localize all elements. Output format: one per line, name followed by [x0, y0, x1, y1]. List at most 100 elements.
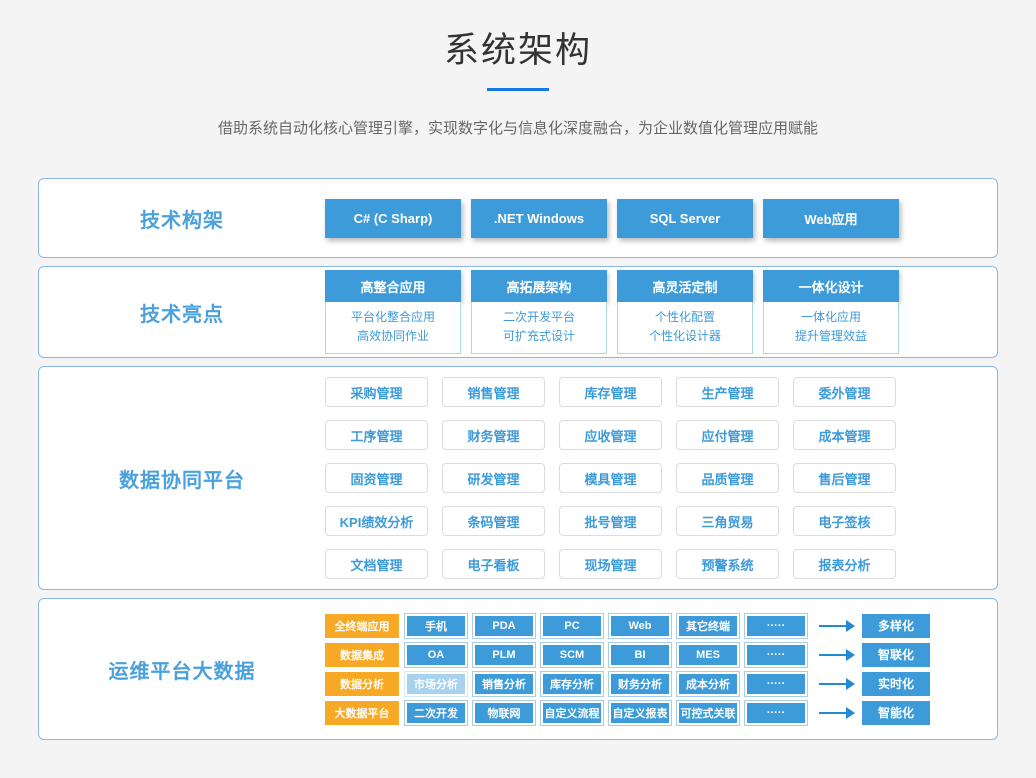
- bigdata-chip-ellipsis[interactable]: ·····: [745, 614, 807, 638]
- highlight-card-line: 个性化配置: [620, 308, 750, 327]
- highlight-card-title: 高灵活定制: [617, 270, 753, 302]
- tech-button-dotnet[interactable]: .NET Windows: [471, 199, 607, 238]
- module-button[interactable]: 应收管理: [559, 420, 662, 450]
- highlights-panel: 技术亮点 高整合应用 平台化整合应用 高效协同作业 高拓展架构 二次开发平台 可…: [38, 266, 998, 358]
- bigdata-chip[interactable]: BI: [609, 643, 671, 667]
- module-button[interactable]: 电子签核: [793, 506, 896, 536]
- bigdata-result[interactable]: 多样化: [862, 614, 930, 638]
- bigdata-category: 大数据平台: [325, 701, 399, 725]
- bigdata-chip[interactable]: 自定义流程: [541, 701, 603, 725]
- bigdata-chip[interactable]: PC: [541, 614, 603, 638]
- highlight-card-line: 平台化整合应用: [328, 308, 458, 327]
- bigdata-chip[interactable]: 市场分析: [405, 672, 467, 696]
- highlight-card-line: 一体化应用: [766, 308, 896, 327]
- bigdata-label: 运维平台大数据: [109, 661, 256, 683]
- module-button[interactable]: 文档管理: [325, 549, 428, 579]
- bigdata-chip[interactable]: 自定义报表: [609, 701, 671, 725]
- tech-stack-label: 技术构架: [140, 210, 224, 232]
- module-button[interactable]: 报表分析: [793, 549, 896, 579]
- module-button[interactable]: 品质管理: [676, 463, 779, 493]
- bigdata-chip[interactable]: 库存分析: [541, 672, 603, 696]
- right-arrow-icon: [819, 649, 855, 661]
- right-arrow-icon: [819, 678, 855, 690]
- bigdata-chip[interactable]: 可控式关联: [677, 701, 739, 725]
- bigdata-row-integration: 数据集成 OA PLM SCM BI MES ····· 智联化: [325, 643, 930, 667]
- right-arrow-icon: [819, 620, 855, 632]
- module-button[interactable]: 成本管理: [793, 420, 896, 450]
- module-button[interactable]: 售后管理: [793, 463, 896, 493]
- bigdata-chip[interactable]: OA: [405, 643, 467, 667]
- module-button[interactable]: 采购管理: [325, 377, 428, 407]
- bigdata-chip[interactable]: SCM: [541, 643, 603, 667]
- tech-stack-buttons: C# (C Sharp) .NET Windows SQL Server Web…: [325, 199, 899, 238]
- bigdata-chip[interactable]: 销售分析: [473, 672, 535, 696]
- highlight-card: 高整合应用 平台化整合应用 高效协同作业: [325, 270, 461, 354]
- bigdata-category: 数据集成: [325, 643, 399, 667]
- platform-panel: 数据协同平台 采购管理 销售管理 库存管理 生产管理 委外管理 工序管理 财务管…: [38, 366, 998, 590]
- bigdata-chip[interactable]: 物联网: [473, 701, 535, 725]
- page: 系统架构 借助系统自动化核心管理引擎，实现数字化与信息化深度融合，为企业数值化管…: [0, 0, 1036, 778]
- module-button[interactable]: 生产管理: [676, 377, 779, 407]
- bigdata-result[interactable]: 智能化: [862, 701, 930, 725]
- highlight-card-line: 二次开发平台: [474, 308, 604, 327]
- module-button[interactable]: 应付管理: [676, 420, 779, 450]
- bigdata-chip-ellipsis[interactable]: ·····: [745, 643, 807, 667]
- bigdata-chip[interactable]: Web: [609, 614, 671, 638]
- module-button[interactable]: 委外管理: [793, 377, 896, 407]
- module-button[interactable]: 批号管理: [559, 506, 662, 536]
- bigdata-chip[interactable]: MES: [677, 643, 739, 667]
- panels-container: 技术构架 C# (C Sharp) .NET Windows SQL Serve…: [38, 178, 998, 740]
- bigdata-category: 全终端应用: [325, 614, 399, 638]
- bigdata-row-analysis: 数据分析 市场分析 销售分析 库存分析 财务分析 成本分析 ····· 实时化: [325, 672, 930, 696]
- platform-label-col: 数据协同平台: [39, 464, 325, 493]
- module-button[interactable]: 销售管理: [442, 377, 545, 407]
- bigdata-chip[interactable]: 其它终端: [677, 614, 739, 638]
- tech-stack-panel: 技术构架 C# (C Sharp) .NET Windows SQL Serve…: [38, 178, 998, 258]
- bigdata-chip[interactable]: PDA: [473, 614, 535, 638]
- module-button[interactable]: 现场管理: [559, 549, 662, 579]
- module-button[interactable]: KPI绩效分析: [325, 506, 428, 536]
- title-underline: [487, 88, 549, 91]
- module-button[interactable]: 预警系统: [676, 549, 779, 579]
- highlights-label-col: 技术亮点: [39, 298, 325, 327]
- module-button[interactable]: 电子看板: [442, 549, 545, 579]
- highlight-card-line: 高效协同作业: [328, 327, 458, 346]
- tech-button-csharp[interactable]: C# (C Sharp): [325, 199, 461, 238]
- platform-label: 数据协同平台: [119, 470, 245, 492]
- page-title: 系统架构: [0, 22, 1036, 73]
- bigdata-chip[interactable]: PLM: [473, 643, 535, 667]
- highlight-cards: 高整合应用 平台化整合应用 高效协同作业 高拓展架构 二次开发平台 可扩充式设计…: [325, 270, 899, 354]
- tech-button-webapp[interactable]: Web应用: [763, 199, 899, 238]
- bigdata-label-col: 运维平台大数据: [39, 655, 325, 684]
- bigdata-chip[interactable]: 财务分析: [609, 672, 671, 696]
- bigdata-chip[interactable]: 手机: [405, 614, 467, 638]
- highlight-card: 一体化设计 一体化应用 提升管理效益: [763, 270, 899, 354]
- bigdata-result[interactable]: 智联化: [862, 643, 930, 667]
- page-subtitle: 借助系统自动化核心管理引擎，实现数字化与信息化深度融合，为企业数值化管理应用赋能: [0, 117, 1036, 138]
- module-button[interactable]: 固资管理: [325, 463, 428, 493]
- module-button[interactable]: 财务管理: [442, 420, 545, 450]
- module-button[interactable]: 工序管理: [325, 420, 428, 450]
- bigdata-result[interactable]: 实时化: [862, 672, 930, 696]
- highlights-label: 技术亮点: [140, 304, 224, 326]
- bigdata-chip[interactable]: 二次开发: [405, 701, 467, 725]
- bigdata-panel: 运维平台大数据 全终端应用 手机 PDA PC Web 其它终端 ····· 多…: [38, 598, 998, 740]
- module-button[interactable]: 三角贸易: [676, 506, 779, 536]
- tech-button-sqlserver[interactable]: SQL Server: [617, 199, 753, 238]
- bigdata-chip-ellipsis[interactable]: ·····: [745, 701, 807, 725]
- module-button[interactable]: 条码管理: [442, 506, 545, 536]
- bigdata-row-terminals: 全终端应用 手机 PDA PC Web 其它终端 ····· 多样化: [325, 614, 930, 638]
- bigdata-chip[interactable]: 成本分析: [677, 672, 739, 696]
- highlight-card: 高灵活定制 个性化配置 个性化设计器: [617, 270, 753, 354]
- highlight-card: 高拓展架构 二次开发平台 可扩充式设计: [471, 270, 607, 354]
- module-button[interactable]: 研发管理: [442, 463, 545, 493]
- highlight-card-body: 一体化应用 提升管理效益: [763, 302, 899, 354]
- highlight-card-body: 个性化配置 个性化设计器: [617, 302, 753, 354]
- module-button[interactable]: 模具管理: [559, 463, 662, 493]
- bigdata-chip-ellipsis[interactable]: ·····: [745, 672, 807, 696]
- bigdata-category: 数据分析: [325, 672, 399, 696]
- highlight-card-line: 可扩充式设计: [474, 327, 604, 346]
- tech-stack-label-col: 技术构架: [39, 204, 325, 233]
- bigdata-rows: 全终端应用 手机 PDA PC Web 其它终端 ····· 多样化 数据集成 …: [325, 614, 930, 725]
- module-button[interactable]: 库存管理: [559, 377, 662, 407]
